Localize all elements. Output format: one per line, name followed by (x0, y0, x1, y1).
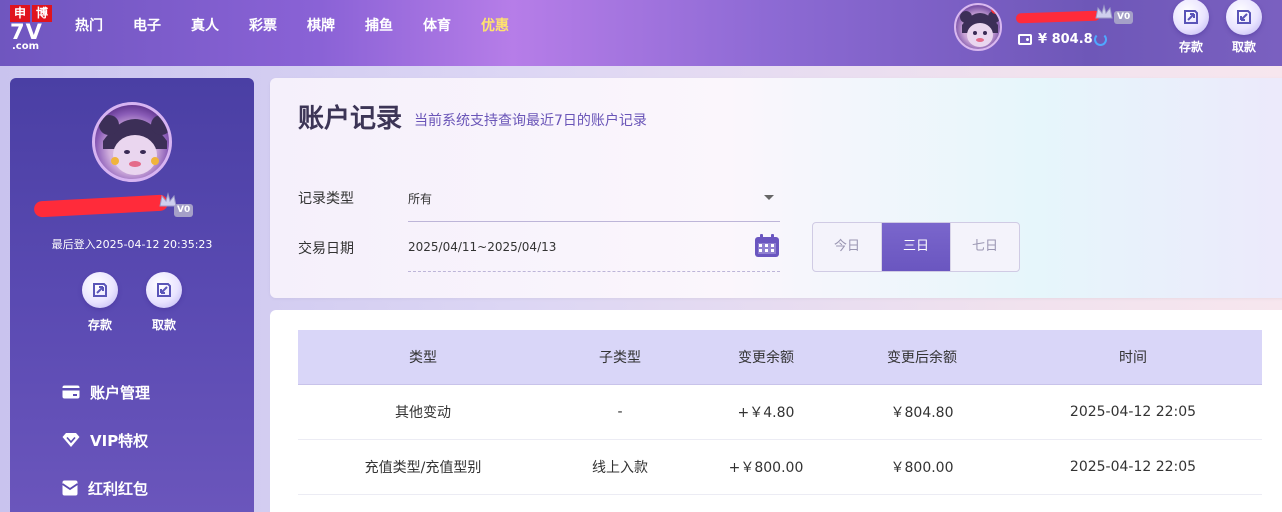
cell-subtype: 线上入款 (548, 439, 692, 495)
sidebar-withdraw-button[interactable] (146, 272, 182, 308)
refresh-balance-icon[interactable] (1094, 33, 1107, 46)
sidebar-item-bonus[interactable]: 红利红包 (62, 464, 150, 512)
sidebar-deposit-icon (93, 283, 107, 297)
cell-after: ￥804.80 (840, 384, 1004, 440)
nav-item-slots[interactable]: 电子 (118, 0, 176, 52)
header-deposit-label[interactable]: 存款 (1171, 38, 1211, 55)
nav-item-promotions[interactable]: 优惠 (466, 0, 524, 52)
table-header-row: 类型 子类型 变更余额 变更后余额 时间 (298, 330, 1262, 385)
cell-change: +￥4.80 (692, 384, 840, 440)
main-nav: 热门 电子 真人 彩票 棋牌 捕鱼 体育 优惠 (60, 0, 524, 52)
vip-badge: V0 (1114, 11, 1134, 24)
cell-change: +￥800.00 (692, 439, 840, 495)
cell-type: 充值类型/充值型别 (298, 439, 548, 495)
nav-item-sports[interactable]: 体育 (408, 0, 466, 52)
crown-icon (1095, 4, 1113, 19)
header-balance: ¥ 804.8 (1038, 32, 1093, 47)
trade-date-input[interactable]: 2025/04/11~2025/04/13 (408, 240, 556, 254)
col-after: 变更后余额 (840, 330, 1004, 385)
logo-domain: .com (12, 41, 40, 52)
chevron-down-icon[interactable] (764, 195, 774, 200)
sidebar-deposit-label[interactable]: 存款 (80, 316, 120, 333)
trade-date-label: 交易日期 (298, 241, 354, 257)
nav-item-live[interactable]: 真人 (176, 0, 234, 52)
header-withdraw-button[interactable] (1226, 0, 1262, 35)
cell-after: ￥800.00 (840, 439, 1004, 495)
deposit-icon (1184, 10, 1198, 24)
cell-subtype: - (548, 384, 692, 440)
col-subtype: 子类型 (548, 330, 692, 385)
records-card: 类型 子类型 变更余额 变更后余额 时间 其他变动 - +￥4.80 ￥804.… (270, 310, 1282, 512)
header-withdraw-label[interactable]: 取款 (1224, 38, 1264, 55)
range-7days-button[interactable]: 七日 (951, 223, 1019, 271)
range-3days-button[interactable]: 三日 (882, 223, 951, 271)
records-table: 类型 子类型 变更余额 变更后余额 时间 其他变动 - +￥4.80 ￥804.… (298, 330, 1262, 495)
cell-type: 其他变动 (298, 384, 548, 440)
sidebar-item-vip-label: VIP特权 (90, 431, 149, 450)
sidebar: V0 最后登入2025-04-12 20:35:23 存款 取款 账户管理 VI… (10, 78, 254, 512)
col-change: 变更余额 (692, 330, 840, 385)
cell-time: 2025-04-12 22:05 (1004, 384, 1262, 440)
nav-item-fishing[interactable]: 捕鱼 (350, 0, 408, 52)
page-subtitle: 当前系统支持查询最近7日的账户记录 (414, 113, 647, 129)
sidebar-username-redacted (33, 194, 169, 218)
nav-item-hot[interactable]: 热门 (60, 0, 118, 52)
filter-card: 账户记录 当前系统支持查询最近7日的账户记录 记录类型 所有 交易日期 2025… (270, 78, 1282, 298)
notification-dot (991, 5, 1000, 14)
logo-text: 7V (10, 20, 43, 44)
wallet-icon (1018, 34, 1032, 45)
record-type-label: 记录类型 (298, 191, 354, 207)
sidebar-item-vip[interactable]: VIP特权 (62, 416, 150, 464)
sidebar-avatar[interactable] (92, 102, 172, 182)
table-row: 其他变动 - +￥4.80 ￥804.80 2025-04-12 22:05 (298, 384, 1262, 440)
site-logo[interactable]: 申 博 7V .com (10, 5, 52, 53)
range-today-button[interactable]: 今日 (813, 223, 882, 271)
page-title: 账户记录 (298, 104, 403, 134)
last-login-text: 最后登入2025-04-12 20:35:23 (51, 238, 213, 251)
table-row: 充值类型/充值型别 线上入款 +￥800.00 ￥800.00 2025-04-… (298, 439, 1262, 495)
diamond-icon (62, 433, 80, 447)
sidebar-item-account-label: 账户管理 (90, 383, 151, 402)
record-type-underline (408, 221, 780, 222)
sidebar-withdraw-icon (157, 283, 171, 297)
record-type-select[interactable]: 所有 (408, 190, 432, 207)
cell-time: 2025-04-12 22:05 (1004, 439, 1262, 495)
username-redacted (1015, 10, 1101, 24)
nav-item-lottery[interactable]: 彩票 (234, 0, 292, 52)
sidebar-deposit-button[interactable] (82, 272, 118, 308)
header-avatar[interactable] (954, 3, 1002, 51)
header-deposit-button[interactable] (1173, 0, 1209, 35)
col-time: 时间 (1004, 330, 1262, 385)
envelope-icon (62, 480, 78, 496)
calendar-icon[interactable] (754, 234, 780, 258)
sidebar-item-account[interactable]: 账户管理 (62, 368, 150, 416)
nav-item-cards[interactable]: 棋牌 (292, 0, 350, 52)
top-bar: 申 博 7V .com 热门 电子 真人 彩票 棋牌 捕鱼 体育 优惠 V0 ¥… (0, 0, 1282, 66)
sidebar-item-bonus-label: 红利红包 (88, 479, 149, 498)
withdraw-icon (1237, 10, 1251, 24)
col-type: 类型 (298, 330, 548, 385)
card-icon (62, 385, 80, 399)
date-range-toggle: 今日 三日 七日 (812, 222, 1020, 272)
sidebar-menu: 账户管理 VIP特权 红利红包 (62, 368, 150, 512)
sidebar-vip-badge: V0 (174, 204, 194, 217)
sidebar-withdraw-label[interactable]: 取款 (144, 316, 184, 333)
trade-date-underline (408, 271, 780, 272)
